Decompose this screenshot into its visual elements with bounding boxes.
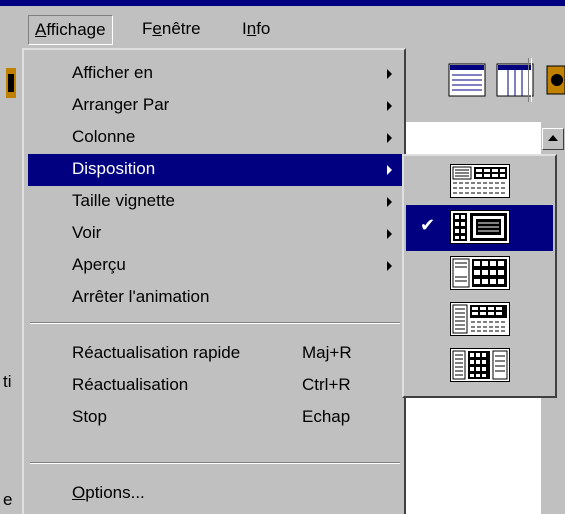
- menu-item-stop[interactable]: Stop Echap: [28, 402, 402, 434]
- submenu-arrow-icon: [387, 133, 392, 143]
- layout-option-4[interactable]: [406, 297, 553, 343]
- layout-list-thumbs-list-icon: [450, 348, 510, 382]
- background-left-pane: ti e: [0, 48, 22, 514]
- menu-item-arranger-par[interactable]: Arranger Par: [28, 90, 402, 122]
- submenu-arrow-icon: [387, 261, 392, 271]
- layout-list-left-thumbs-preview-right-icon: [450, 302, 510, 336]
- menu-item-colonne[interactable]: Colonne: [28, 122, 402, 154]
- toolbar-separator: [528, 58, 532, 102]
- layout-option-1[interactable]: [406, 159, 553, 205]
- submenu-arrow-icon: [387, 197, 392, 207]
- layout-option-5[interactable]: [406, 343, 553, 389]
- background-text-fragment: e: [3, 490, 13, 509]
- submenu-arrow-icon: [387, 101, 392, 111]
- submenu-arrow-icon: [387, 69, 392, 79]
- menu-item-voir[interactable]: Voir: [28, 218, 402, 250]
- menu-separator: [30, 322, 400, 324]
- menu-item-arreter-animation[interactable]: Arrêter l'animation: [28, 282, 402, 314]
- checkmark-icon: ✔: [420, 215, 436, 235]
- layout-option-2-selected[interactable]: ✔: [406, 205, 553, 251]
- layout-thumbs-left-preview-right-icon: [450, 210, 510, 244]
- layout-option-3[interactable]: [406, 251, 553, 297]
- menu-item-disposition[interactable]: Disposition: [28, 154, 402, 186]
- layout-list-left-thumbs-right-icon: [450, 256, 510, 290]
- menu-item-options[interactable]: Options...: [28, 478, 402, 510]
- menu-bar: Affichage Fenêtre Info: [0, 6, 565, 48]
- toolbar-gear-icon: [6, 68, 16, 98]
- disposition-submenu: ✔: [402, 154, 557, 398]
- list-view-icon[interactable]: [447, 60, 487, 100]
- menu-item-apercu[interactable]: Aperçu: [28, 250, 402, 282]
- affichage-dropdown-menu: Afficher en Arranger Par Colonne Disposi…: [22, 48, 406, 514]
- menu-item-reactualisation-rapide[interactable]: Réactualisation rapide Maj+R: [28, 338, 402, 370]
- scroll-up-arrow-icon[interactable]: [542, 128, 564, 150]
- menu-separator: [30, 462, 400, 464]
- layout-thumbs-top-list-bottom-icon: [450, 164, 510, 198]
- menu-fenetre[interactable]: Fenêtre: [136, 15, 207, 43]
- menu-info[interactable]: Info: [236, 15, 276, 43]
- toolbar-gear-icon[interactable]: [543, 60, 565, 100]
- menu-affichage[interactable]: Affichage: [28, 15, 113, 45]
- menu-item-reactualisation[interactable]: Réactualisation Ctrl+R: [28, 370, 402, 402]
- submenu-arrow-icon: [387, 229, 392, 239]
- menu-item-taille-vignette[interactable]: Taille vignette: [28, 186, 402, 218]
- menu-item-afficher-en[interactable]: Afficher en: [28, 58, 402, 90]
- submenu-arrow-icon: [387, 165, 392, 175]
- background-toolbar: [405, 50, 565, 120]
- background-text-fragment: ti: [3, 372, 12, 391]
